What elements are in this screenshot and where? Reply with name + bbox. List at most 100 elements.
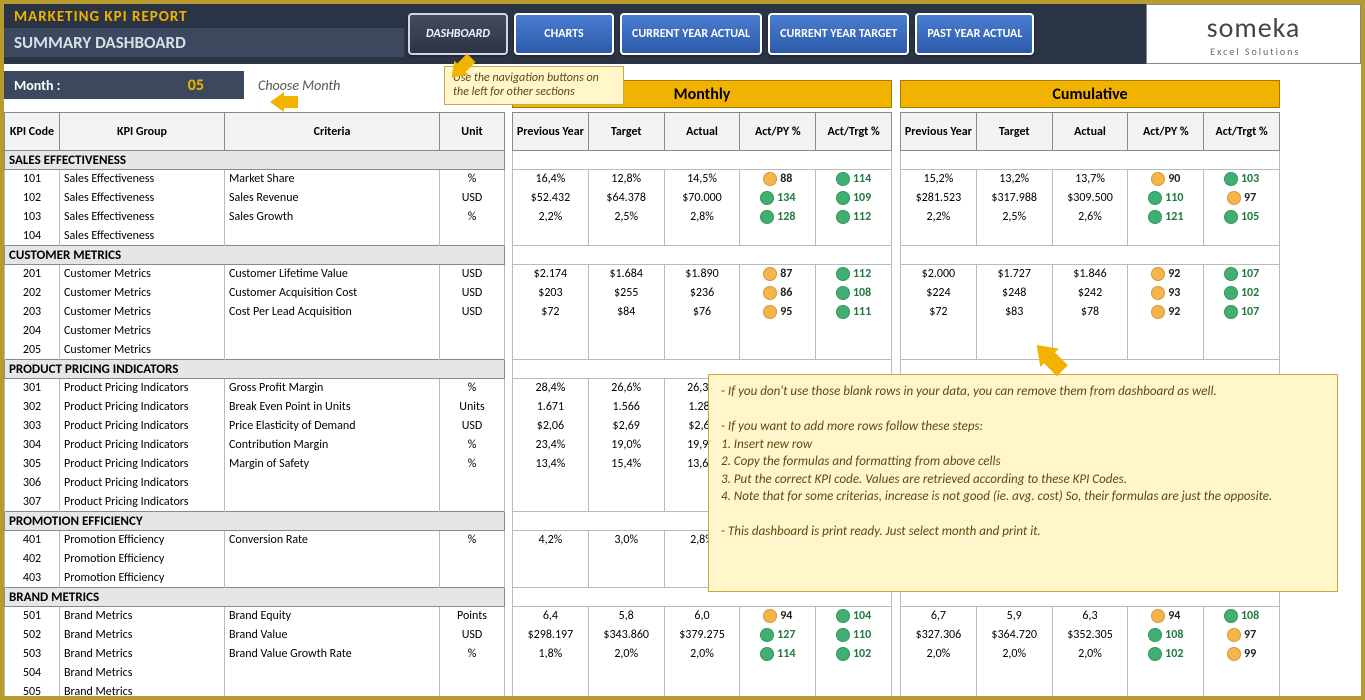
table-row: 505Brand Metrics	[5, 683, 505, 697]
data-cell	[588, 341, 664, 360]
data-cell: 26,6%	[588, 379, 664, 398]
data-cell: $84	[588, 303, 664, 322]
data-cell	[664, 664, 740, 683]
pct-cell: 93	[1128, 284, 1204, 303]
table-row: 16,4%12,8%14,5%88114	[513, 170, 892, 189]
data-cell: 16,4%	[513, 170, 589, 189]
data-cell: $72	[513, 303, 589, 322]
data-cell	[513, 341, 589, 360]
brand-logo: someka Excel Solutions	[1146, 4, 1361, 64]
table-row: 103Sales EffectivenessSales Growth%	[5, 208, 505, 227]
data-cell: $236	[664, 284, 740, 303]
table-row	[901, 227, 1280, 246]
kpi-table-left: KPI Code KPI Group Criteria Unit SALES E…	[4, 112, 505, 696]
data-cell: 15,4%	[588, 455, 664, 474]
table-row: $281.523$317.988$309.50011097	[901, 189, 1280, 208]
pct-cell: 103	[1204, 170, 1280, 189]
data-cell	[901, 664, 977, 683]
header-bar: MARKETING KPI REPORT SUMMARY DASHBOARD D…	[4, 4, 1361, 64]
data-cell	[588, 683, 664, 697]
instructions-note: - If you don't use those blank rows in y…	[708, 374, 1338, 592]
data-cell: 5,8	[588, 607, 664, 626]
nav-charts[interactable]: CHARTS	[514, 13, 614, 55]
table-row: 201Customer MetricsCustomer Lifetime Val…	[5, 265, 505, 284]
pct-cell: 99	[1204, 645, 1280, 664]
data-cell: 12,8%	[588, 170, 664, 189]
pct-cell: 105	[1204, 208, 1280, 227]
table-row: 205Customer Metrics	[5, 341, 505, 360]
table-row: 501Brand MetricsBrand EquityPoints	[5, 607, 505, 626]
data-cell	[664, 683, 740, 697]
table-row: 204Customer Metrics	[5, 322, 505, 341]
pct-cell: 111	[816, 303, 892, 322]
pct-cell: 87	[740, 265, 816, 284]
data-cell: $248	[976, 284, 1052, 303]
data-cell	[588, 550, 664, 569]
data-cell: 3,0%	[588, 531, 664, 550]
data-cell: 13,7%	[1052, 170, 1128, 189]
pct-cell: 109	[816, 189, 892, 208]
table-row: $2.174$1.684$1.89087112	[513, 265, 892, 284]
data-cell	[664, 227, 740, 246]
data-cell: 13,4%	[513, 455, 589, 474]
data-cell: $78	[1052, 303, 1128, 322]
pct-cell: 86	[740, 284, 816, 303]
data-cell	[513, 474, 589, 493]
data-cell: $203	[513, 284, 589, 303]
pct-cell: 94	[1128, 607, 1204, 626]
data-cell: 2,5%	[976, 208, 1052, 227]
table-row: 6,45,86,094104	[513, 607, 892, 626]
group-header: BRAND METRICS	[5, 588, 505, 607]
cumulative-header: Cumulative	[900, 80, 1280, 108]
table-row	[901, 322, 1280, 341]
data-cell: $379.275	[664, 626, 740, 645]
table-row: 104Sales Effectiveness	[5, 227, 505, 246]
data-cell	[588, 664, 664, 683]
data-cell	[588, 474, 664, 493]
data-cell: $327.306	[901, 626, 977, 645]
pct-cell: 107	[1204, 265, 1280, 284]
group-header: SALES EFFECTIVENESS	[5, 151, 505, 170]
table-row: 101Sales EffectivenessMarket Share%	[5, 170, 505, 189]
data-cell: $52.432	[513, 189, 589, 208]
data-cell: $2,06	[513, 417, 589, 436]
nav-dashboard[interactable]: DASHBOARD	[408, 13, 508, 55]
table-row: 6,75,96,394108	[901, 607, 1280, 626]
table-row: 203Customer MetricsCost Per Lead Acquisi…	[5, 303, 505, 322]
pct-cell: 127	[740, 626, 816, 645]
data-cell: $317.988	[976, 189, 1052, 208]
table-row	[513, 683, 892, 697]
data-cell: $298.197	[513, 626, 589, 645]
table-row: $52.432$64.378$70.000134109	[513, 189, 892, 208]
data-cell	[513, 683, 589, 697]
pct-cell: 114	[816, 170, 892, 189]
arrow-icon	[260, 92, 300, 116]
table-row: 503Brand MetricsBrand Value Growth Rate%	[5, 645, 505, 664]
pct-cell: 97	[1204, 626, 1280, 645]
table-row: 303Product Pricing IndicatorsPrice Elast…	[5, 417, 505, 436]
data-cell: 2,0%	[664, 645, 740, 664]
data-cell: 5,9	[976, 607, 1052, 626]
pct-cell: 114	[740, 645, 816, 664]
pct-cell: 112	[816, 265, 892, 284]
pct-cell: 110	[816, 626, 892, 645]
data-cell: $224	[901, 284, 977, 303]
data-cell	[664, 341, 740, 360]
data-cell: 4,2%	[513, 531, 589, 550]
data-cell	[976, 227, 1052, 246]
table-row: 301Product Pricing IndicatorsGross Profi…	[5, 379, 505, 398]
data-cell: $2.174	[513, 265, 589, 284]
data-cell: 14,5%	[664, 170, 740, 189]
pct-cell: 95	[740, 303, 816, 322]
data-cell: 2,0%	[1052, 645, 1128, 664]
table-row: $203$255$23686108	[513, 284, 892, 303]
data-cell	[976, 683, 1052, 697]
pct-cell: 107	[1204, 303, 1280, 322]
data-cell: 2,0%	[976, 645, 1052, 664]
pct-cell: 134	[740, 189, 816, 208]
nav-py-actual[interactable]: PAST YEAR ACTUAL	[915, 13, 1034, 55]
data-cell	[1052, 227, 1128, 246]
nav-cy-target[interactable]: CURRENT YEAR TARGET	[768, 13, 909, 55]
nav-cy-actual[interactable]: CURRENT YEAR ACTUAL	[620, 13, 762, 55]
data-cell	[976, 664, 1052, 683]
